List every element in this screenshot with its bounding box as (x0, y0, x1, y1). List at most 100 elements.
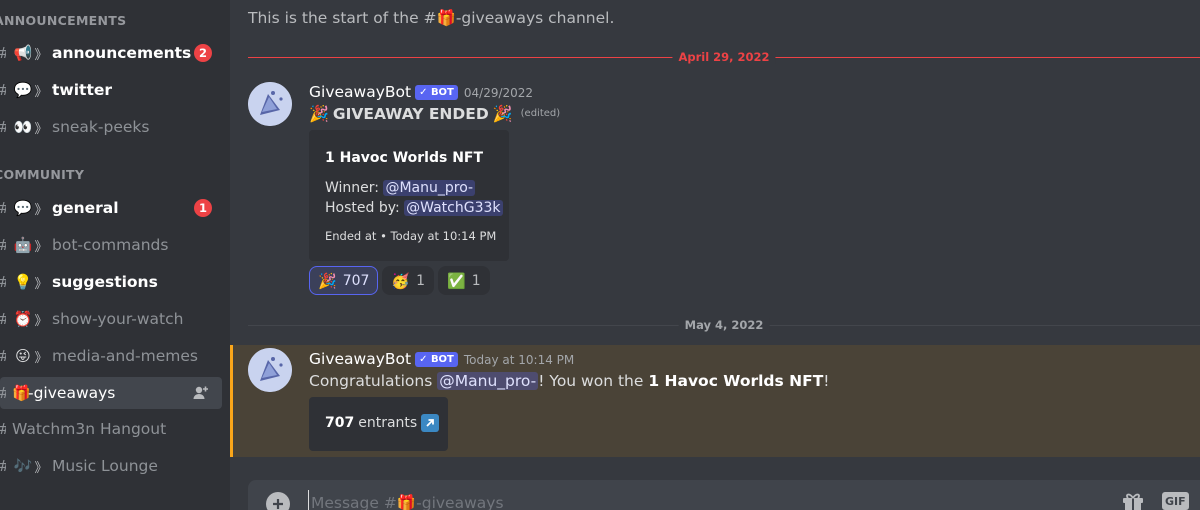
megaphone-icon: 📢 (13, 44, 33, 62)
embed-footer: Ended at • Today at 10:14 PM (325, 229, 497, 243)
chevron-icon: 》 (34, 350, 48, 366)
avatar[interactable] (248, 82, 292, 126)
username[interactable]: GiveawayBot (309, 350, 411, 368)
host-label: Hosted by: (325, 200, 400, 216)
entrants-row: 707 entrants (325, 414, 440, 432)
message-text: ! You won the (538, 372, 649, 390)
winner-row: Winner: @Manu_pro- (325, 180, 476, 196)
channel-general[interactable]: # 💬 》 general 1 (0, 192, 222, 224)
alarm-clock-icon: ⏰ (13, 310, 33, 328)
giveaway-embed: 1 Havoc Worlds NFT Winner: @Manu_pro- Ho… (309, 130, 509, 261)
entrants-count: 707 (325, 415, 355, 431)
channel-name: -giveaways (28, 384, 116, 402)
winner-mention[interactable]: @Manu_pro- (437, 372, 539, 390)
channel-announcements[interactable]: # 📢 》 announcements 2 (0, 37, 222, 69)
party-popper-icon: 🎉 (492, 104, 513, 123)
channel-name: Music Lounge (52, 457, 158, 475)
bot-badge: ✓ BOT (415, 85, 458, 100)
channel-music-lounge[interactable]: # 🎶 》 Music Lounge (0, 450, 222, 482)
entrants-embed: 707 entrants (309, 397, 448, 451)
channel-name: general (52, 199, 119, 217)
text-channel-icon: # (0, 347, 6, 365)
partying-face-icon: 🥳 (391, 271, 411, 290)
robot-icon: 🤖 (13, 236, 33, 254)
date-divider: May 4, 2022 (248, 318, 1200, 332)
message-header: GiveawayBot ✓ BOT Today at 10:14 PM (309, 349, 574, 368)
reaction-count: 707 (342, 272, 370, 289)
winner-label: Winner: (325, 180, 380, 196)
channel-suggestions[interactable]: # 💡 》 suggestions (0, 266, 222, 298)
message-text: Congratulations (309, 372, 438, 390)
message-input[interactable] (308, 490, 1008, 510)
gift-icon: 🎁 (12, 384, 31, 402)
create-invite-icon[interactable] (192, 384, 210, 406)
category-community[interactable]: COMMUNITY (0, 167, 84, 182)
text-channel-icon: # (0, 273, 6, 291)
chevron-icon: 》 (34, 47, 48, 63)
winking-face-icon: 😜 (15, 347, 31, 365)
giveaway-title-text: GIVEAWAY ENDED (332, 104, 489, 123)
timestamp[interactable]: Today at 10:14 PM (464, 353, 574, 367)
jump-link-icon[interactable] (421, 414, 440, 432)
channel-bot-commands[interactable]: # 🤖 》 bot-commands (0, 229, 222, 261)
voice-channel-icon: # (0, 420, 6, 438)
party-popper-icon: 🎉 (309, 104, 329, 123)
message-composer: GIF (248, 480, 1200, 510)
mention-badge: 2 (194, 44, 212, 62)
channel-name: Watchm3n Hangout (12, 420, 167, 438)
reaction-count: 1 (471, 272, 481, 289)
lightbulb-icon: 💡 (13, 273, 33, 291)
entrants-label: entrants (358, 415, 418, 431)
voice-channel-watchm3n-hangout[interactable]: # Watchm3n Hangout (0, 413, 222, 445)
reaction-check[interactable]: ✅ 1 (438, 266, 490, 295)
reaction-count: 1 (416, 272, 426, 289)
embed-title: 1 Havoc Worlds NFT (325, 150, 484, 166)
upload-plus-icon[interactable] (266, 492, 290, 510)
date-divider-label: April 29, 2022 (672, 50, 776, 64)
username[interactable]: GiveawayBot (309, 83, 411, 101)
message-text: ! (823, 372, 830, 390)
channel-media-and-memes[interactable]: # 😜 》 media-and-memes (0, 340, 222, 372)
channel-show-your-watch[interactable]: # ⏰ 》 show-your-watch (0, 303, 222, 335)
channel-sneak-peeks[interactable]: # 👀 》 sneak-peeks (0, 111, 222, 143)
prize-name: 1 Havoc Worlds NFT (648, 372, 824, 390)
text-channel-icon: # (0, 81, 6, 99)
message-header: GiveawayBot ✓ BOT 04/29/2022 (309, 82, 533, 101)
congrats-message: Congratulations @Manu_pro-! You won the … (309, 372, 830, 390)
channel-name: show-your-watch (52, 310, 184, 328)
channel-name: suggestions (52, 273, 158, 291)
chevron-icon: 》 (34, 202, 48, 218)
host-row: Hosted by: @WatchG33k (325, 200, 503, 216)
chevron-icon: 》 (34, 313, 48, 329)
channel-name: sneak-peeks (52, 118, 150, 136)
music-notes-icon: 🎶 (13, 457, 33, 475)
gift-icon[interactable] (1121, 490, 1145, 510)
channel-start-text: This is the start of the #🎁-giveaways ch… (248, 9, 615, 27)
chevron-icon: 》 (34, 460, 48, 476)
avatar[interactable] (248, 348, 292, 392)
edited-label: (edited) (520, 108, 561, 119)
party-popper-icon: 🎉 (318, 271, 337, 290)
reaction-tada[interactable]: 🎉 707 (309, 266, 379, 295)
bot-badge: ✓ BOT (415, 352, 458, 367)
channel-giveaways[interactable]: # 🎁 -giveaways (0, 377, 222, 409)
text-channel-icon: # (0, 118, 6, 136)
reaction-partying-face[interactable]: 🥳 1 (382, 266, 435, 295)
winner-mention[interactable]: @Manu_pro- (383, 180, 476, 196)
date-divider-label: May 4, 2022 (678, 318, 770, 332)
text-channel-icon: # (0, 457, 6, 475)
channel-name: media-and-memes (52, 347, 198, 365)
host-mention[interactable]: @WatchG33k (404, 200, 503, 216)
channel-twitter[interactable]: # 💬 》 twitter (0, 74, 222, 106)
channel-name: bot-commands (52, 236, 169, 254)
speech-bubble-icon: 💬 (13, 199, 33, 217)
speech-bubble-icon: 💬 (13, 81, 33, 99)
text-channel-icon: # (0, 310, 6, 328)
timestamp[interactable]: 04/29/2022 (464, 86, 533, 100)
gif-button[interactable]: GIF (1162, 492, 1189, 510)
text-channel-icon: # (0, 236, 6, 254)
category-announcements[interactable]: ANNOUNCEMENTS (0, 13, 126, 28)
channel-sidebar: ANNOUNCEMENTS # 📢 》 announcements 2 # 💬 … (0, 0, 230, 510)
channel-name: announcements (52, 44, 192, 62)
mention-badge: 1 (194, 199, 212, 217)
